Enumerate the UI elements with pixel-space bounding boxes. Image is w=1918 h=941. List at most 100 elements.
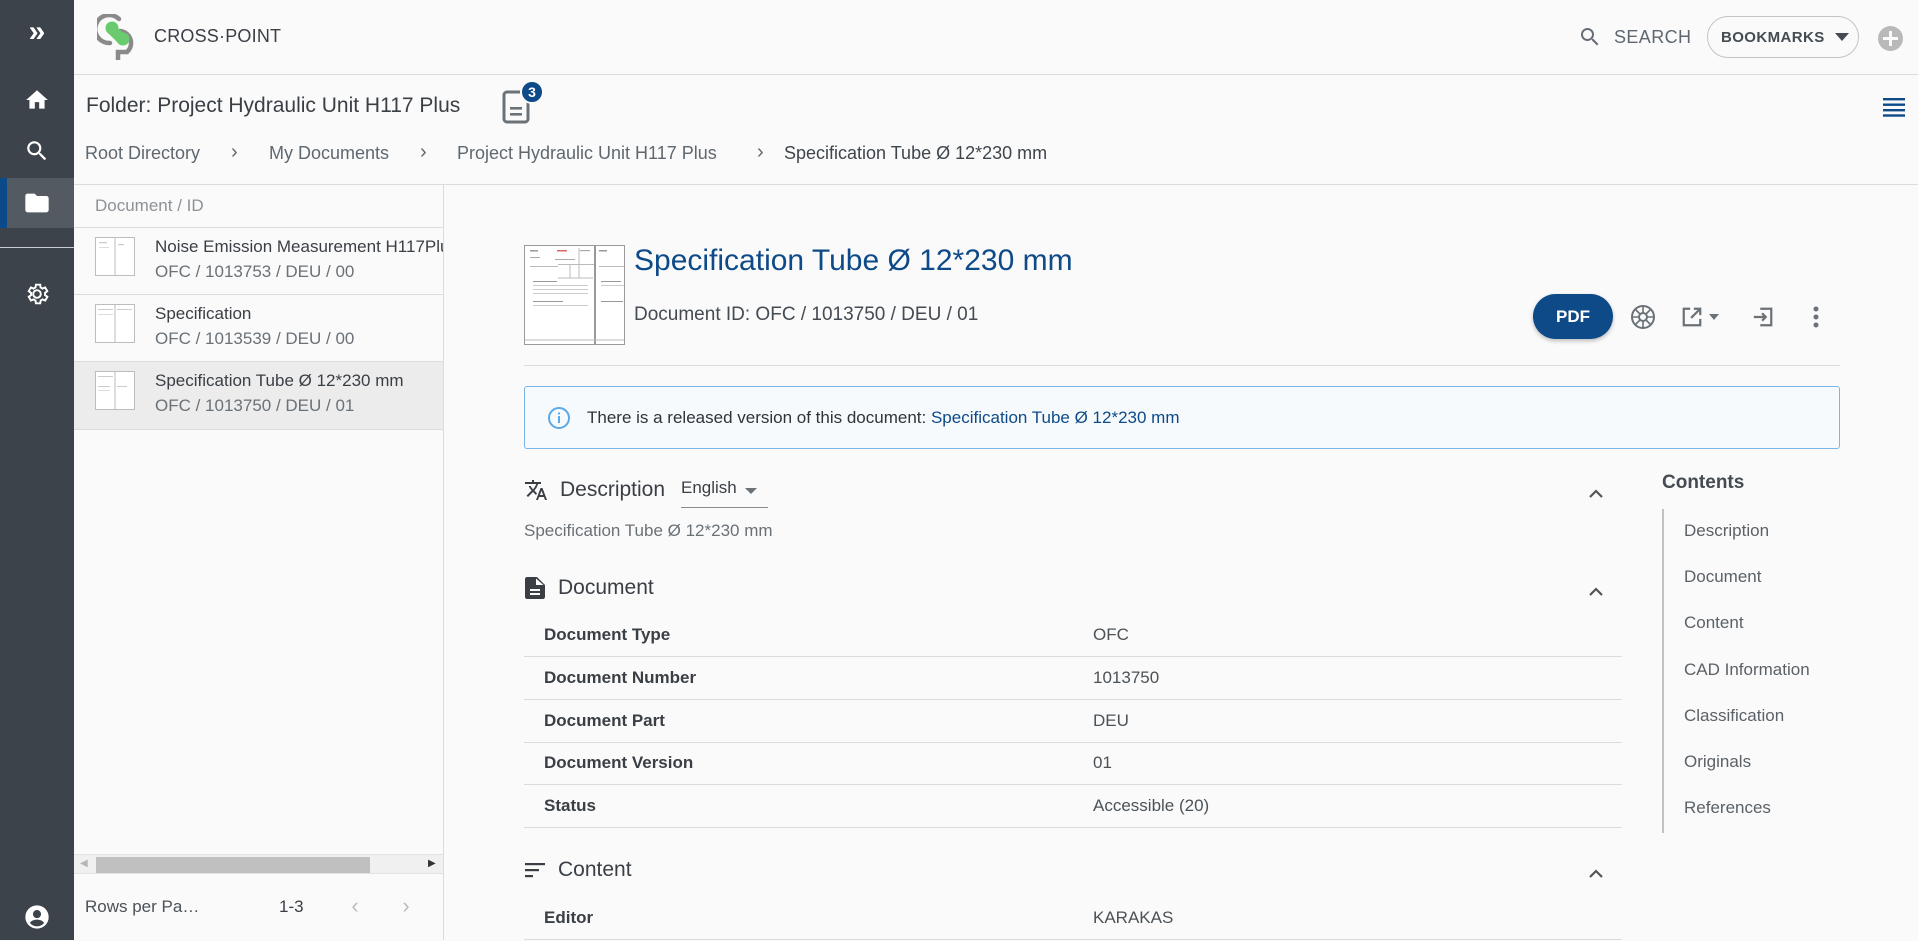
document-thumbnail xyxy=(95,304,135,343)
list-item-title: Noise Emission Measurement H117Plus xyxy=(155,237,443,256)
sidebar: » xyxy=(0,0,74,940)
toc-item-cad-information[interactable]: CAD Information xyxy=(1684,660,1810,680)
add-bookmark-button[interactable] xyxy=(1878,26,1903,51)
pdf-button[interactable]: PDF xyxy=(1533,294,1613,339)
property-key: Status xyxy=(544,796,596,815)
bookmarks-dropdown[interactable]: BOOKMARKS xyxy=(1707,16,1859,58)
property-key: Document Part xyxy=(544,711,665,730)
home-icon xyxy=(26,90,48,109)
viewer-wheel-icon xyxy=(1631,305,1655,329)
language-select[interactable]: English xyxy=(681,478,768,508)
breadcrumb-project-folder[interactable]: Project Hydraulic Unit H117 Plus xyxy=(457,143,717,164)
released-version-alert: There is a released version of this docu… xyxy=(524,386,1840,449)
section-title: Description xyxy=(560,478,666,501)
document-preview-thumbnail[interactable] xyxy=(524,245,625,345)
list-item[interactable]: Specification OFC / 1013539 / DEU / 00 xyxy=(74,295,443,362)
plus-icon xyxy=(1883,31,1898,46)
3d-viewer-button[interactable] xyxy=(1626,300,1660,334)
scroll-left-arrow-icon[interactable]: ◀ xyxy=(80,858,88,869)
property-value: OFC xyxy=(1093,625,1129,644)
property-key: Editor xyxy=(544,908,594,927)
menu-button[interactable] xyxy=(1883,97,1905,122)
sidebar-divider xyxy=(0,247,74,248)
column-header-document-id[interactable]: Document / ID xyxy=(95,196,204,216)
document-thumbnail xyxy=(95,237,135,276)
caret-down-icon xyxy=(1709,314,1719,320)
translate-icon xyxy=(525,480,547,500)
list-item-title: Specification xyxy=(155,304,252,323)
list-item-id: OFC / 1013753 / DEU / 00 xyxy=(155,262,355,281)
section-title: Document xyxy=(558,576,654,599)
list-item[interactable]: Noise Emission Measurement H117Plus OFC … xyxy=(74,228,443,295)
open-external-dropdown[interactable] xyxy=(1675,300,1725,334)
breadcrumb-separator-icon: › xyxy=(420,141,427,163)
property-value: 01 xyxy=(1093,753,1112,772)
section-header-document: Document xyxy=(524,576,654,600)
collapse-description-button[interactable] xyxy=(1584,481,1608,505)
gear-icon xyxy=(27,283,49,305)
previous-page-button[interactable]: ‹ xyxy=(340,891,370,921)
sidebar-item-folders[interactable] xyxy=(0,178,74,228)
caret-down-icon xyxy=(1834,33,1849,41)
caret-down-icon xyxy=(744,488,757,494)
released-version-link[interactable]: Specification Tube Ø 12*230 mm xyxy=(931,408,1180,427)
document-list-panel: Document / ID Noise Emission Measurement… xyxy=(74,185,444,940)
account-button[interactable] xyxy=(0,893,74,941)
folder-documents-button[interactable]: 3 xyxy=(498,80,544,126)
document-count-badge: 3 xyxy=(520,80,544,104)
checkout-button[interactable] xyxy=(1748,300,1778,334)
property-value: DEU xyxy=(1093,711,1129,730)
collapse-content-button[interactable] xyxy=(1584,861,1608,885)
sidebar-item-search[interactable] xyxy=(0,127,74,175)
scroll-right-arrow-icon[interactable]: ▶ xyxy=(428,858,436,869)
sidebar-item-settings[interactable] xyxy=(0,270,74,318)
top-bar: CROSS·POINT SEARCH BOOKMARKS xyxy=(74,0,1918,75)
brand-name: CROSS·POINT xyxy=(154,26,282,46)
login-arrow-icon xyxy=(1753,307,1773,327)
rows-per-page-label[interactable]: Rows per Pa… xyxy=(85,897,199,917)
toc-item-document[interactable]: Document xyxy=(1684,567,1761,587)
breadcrumb-root-directory[interactable]: Root Directory xyxy=(85,143,200,164)
alert-text: There is a released version of this docu… xyxy=(587,407,927,427)
more-options-button[interactable] xyxy=(1803,300,1829,334)
toc-item-classification[interactable]: Classification xyxy=(1684,706,1784,726)
section-header-description: Description xyxy=(524,478,665,502)
search-icon xyxy=(27,141,47,161)
property-value: KARAKAS xyxy=(1093,908,1174,927)
section-title: Content xyxy=(558,858,632,881)
property-row: Status Accessible (20) xyxy=(524,785,1622,828)
toc-item-references[interactable]: References xyxy=(1684,798,1771,818)
collapse-document-button[interactable] xyxy=(1584,579,1608,603)
toc-item-description[interactable]: Description xyxy=(1684,521,1769,541)
property-row: Document Number 1013750 xyxy=(524,657,1622,700)
expand-sidebar-button[interactable]: » xyxy=(0,8,74,56)
folder-title: Folder: Project Hydraulic Unit H117 Plus xyxy=(86,94,461,117)
sidebar-item-home[interactable] xyxy=(0,76,74,124)
toc-item-originals[interactable]: Originals xyxy=(1684,752,1751,772)
property-key: Document Number xyxy=(544,668,697,687)
list-item-selected[interactable]: Specification Tube Ø 12*230 mm OFC / 101… xyxy=(74,362,443,430)
open-in-new-icon xyxy=(1682,307,1702,327)
document-thumbnail xyxy=(95,371,135,410)
breadcrumb-my-documents[interactable]: My Documents xyxy=(269,143,389,164)
description-text: Specification Tube Ø 12*230 mm xyxy=(524,521,773,540)
horizontal-scrollbar[interactable]: ◀ ▶ xyxy=(74,854,443,874)
description-document-icon xyxy=(525,577,545,599)
toc-title: Contents xyxy=(1662,472,1745,493)
account-circle-icon xyxy=(25,905,49,929)
chevron-left-icon: ‹ xyxy=(351,893,359,918)
next-page-button[interactable]: › xyxy=(391,891,421,921)
chevron-up-icon xyxy=(1589,586,1603,596)
short-text-icon xyxy=(525,863,545,878)
toc-rail xyxy=(1662,509,1664,833)
chevron-up-icon xyxy=(1589,488,1603,498)
crosspoint-logo xyxy=(97,14,134,60)
toc-item-content[interactable]: Content xyxy=(1684,613,1744,633)
scrollbar-thumb[interactable] xyxy=(96,857,370,873)
search-button[interactable]: SEARCH xyxy=(1578,22,1691,52)
document-id: Document ID: OFC / 1013750 / DEU / 01 xyxy=(634,304,979,325)
bookmarks-label: BOOKMARKS xyxy=(1721,28,1825,46)
property-key: Document Version xyxy=(544,753,694,772)
property-value: 1013750 xyxy=(1093,668,1160,687)
property-row: Document Version 01 xyxy=(524,742,1622,785)
